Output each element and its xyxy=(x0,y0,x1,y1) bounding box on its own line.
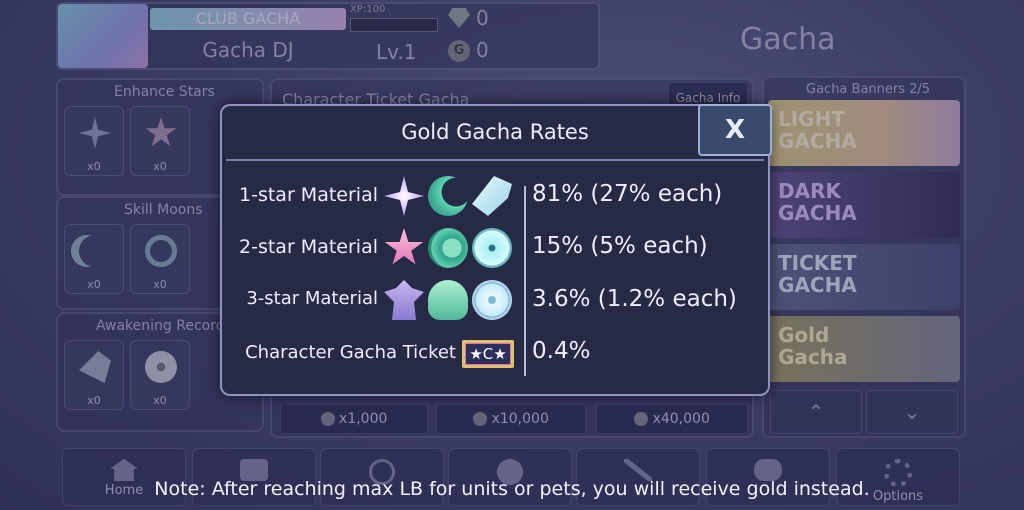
crescent-moon-icon xyxy=(428,176,468,216)
rate-value-1star: 81% (27% each) xyxy=(532,181,723,207)
dialog-title: Gold Gacha Rates xyxy=(401,120,589,144)
rate-label-2star: 2-star Material xyxy=(239,236,378,258)
3star-icons xyxy=(384,280,512,320)
rate-label-ticket: Character Gacha Ticket xyxy=(245,342,456,363)
ghost-pet-icon xyxy=(428,280,468,320)
title-divider xyxy=(226,159,764,161)
fairy-figure-icon xyxy=(384,280,424,320)
gacha-ticket-icon: ★C★ xyxy=(462,340,514,368)
gold-conversion-note: Note: After reaching max LB for units or… xyxy=(154,478,870,500)
rate-value-2star: 15% (5% each) xyxy=(532,233,708,259)
rate-label-3star: 3-star Material xyxy=(246,288,378,309)
disc-icon xyxy=(472,228,512,268)
close-button[interactable]: X xyxy=(698,104,772,156)
rate-label-1star: 1-star Material xyxy=(239,184,378,206)
green-moon-icon xyxy=(428,228,468,268)
wing-icon xyxy=(472,176,512,216)
rate-value-ticket: 0.4% xyxy=(532,338,591,364)
column-divider xyxy=(524,186,526,376)
sparkle-star-icon xyxy=(384,176,424,216)
rate-value-3star: 3.6% (1.2% each) xyxy=(532,286,737,312)
winged-disc-icon xyxy=(472,280,512,320)
pink-star-icon xyxy=(384,228,424,265)
2star-icons xyxy=(384,228,512,268)
gold-gacha-rates-dialog: Gold Gacha Rates X 1-star Material 81% (… xyxy=(220,104,772,396)
1star-icons xyxy=(384,176,512,216)
